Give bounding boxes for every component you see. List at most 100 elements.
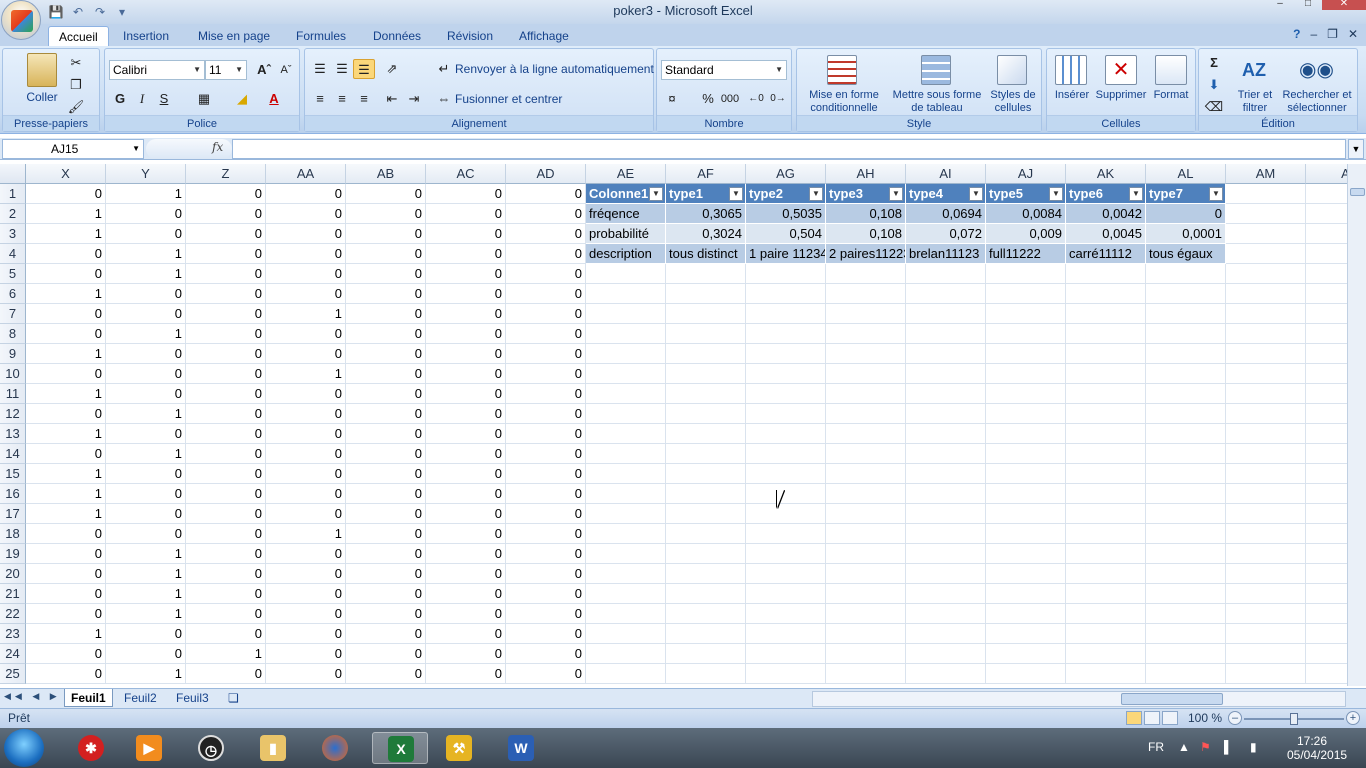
table-cell[interactable]: probabilité [586, 224, 666, 244]
grid-cell[interactable] [1066, 384, 1146, 404]
grid-cell[interactable] [1306, 324, 1347, 344]
insert-button[interactable]: Insérer [1049, 89, 1095, 102]
grid-cell[interactable] [1306, 504, 1347, 524]
grid-cell[interactable]: 0 [426, 464, 506, 484]
tray-arrow-icon[interactable]: ▲ [1178, 740, 1190, 754]
percent-button[interactable]: % [697, 89, 719, 109]
format-painter-icon[interactable]: 🖌 [65, 97, 87, 117]
grid-cell[interactable] [1306, 364, 1347, 384]
grid-cell[interactable]: 0 [346, 204, 426, 224]
delete-button[interactable]: Supprimer [1093, 89, 1149, 102]
row-header[interactable]: 19 [0, 544, 26, 564]
grid-cell[interactable] [746, 544, 826, 564]
grid-cell[interactable] [586, 584, 666, 604]
grid-cell[interactable] [1146, 564, 1226, 584]
table-cell[interactable]: description [586, 244, 666, 264]
grid-cell[interactable] [1226, 484, 1306, 504]
table-cell[interactable]: 1 paire 11234 [746, 244, 826, 264]
align-bottom-icon[interactable]: ☰ [353, 59, 375, 79]
sheet-tab-feuil1[interactable]: Feuil1 [64, 689, 113, 707]
cut-icon[interactable]: ✂ [65, 53, 87, 73]
grid-cell[interactable] [1066, 564, 1146, 584]
grid-cell[interactable] [666, 284, 746, 304]
grid-cell[interactable] [826, 584, 906, 604]
grid-cell[interactable] [1146, 444, 1226, 464]
grid-cell[interactable] [906, 504, 986, 524]
grid-cell[interactable] [746, 424, 826, 444]
grid-cell[interactable] [906, 304, 986, 324]
grid-cell[interactable]: 0 [426, 524, 506, 544]
row-header[interactable]: 10 [0, 364, 26, 384]
grid-cell[interactable] [1066, 504, 1146, 524]
grid-cell[interactable] [1226, 424, 1306, 444]
grid-cell[interactable]: 0 [266, 204, 346, 224]
grid-cell[interactable] [666, 444, 746, 464]
table-cell[interactable]: 0,504 [746, 224, 826, 244]
grid-cell[interactable] [1306, 584, 1347, 604]
table-cell[interactable]: tous égaux [1146, 244, 1226, 264]
grid-cell[interactable] [826, 524, 906, 544]
grid-cell[interactable]: 0 [186, 324, 266, 344]
expand-formula-icon[interactable]: ▼ [1348, 139, 1364, 159]
grid-cell[interactable] [826, 264, 906, 284]
grid-cell[interactable]: 1 [26, 464, 106, 484]
grid-cell[interactable]: 0 [346, 224, 426, 244]
row-header[interactable]: 2 [0, 204, 26, 224]
grid-cell[interactable] [906, 484, 986, 504]
restore-button[interactable]: □ [1294, 0, 1322, 10]
grid-cell[interactable]: 0 [106, 624, 186, 644]
number-format-select[interactable]: Standard ▼ [661, 60, 787, 80]
table-cell[interactable]: type7 ▼ [1146, 184, 1226, 204]
grid-cell[interactable]: 1 [266, 364, 346, 384]
grid-cell[interactable]: 0 [426, 504, 506, 524]
grid-cell[interactable]: 0 [26, 524, 106, 544]
row-header[interactable]: 21 [0, 584, 26, 604]
grid-cell[interactable] [666, 344, 746, 364]
grid-cell[interactable] [1066, 584, 1146, 604]
grid-cell[interactable] [586, 364, 666, 384]
grid-cell[interactable] [826, 484, 906, 504]
grid-cell[interactable]: 0 [186, 564, 266, 584]
grid-cell[interactable]: 0 [426, 324, 506, 344]
row-header[interactable]: 23 [0, 624, 26, 644]
column-header[interactable]: Z [186, 164, 266, 184]
grid-cell[interactable]: 1 [106, 264, 186, 284]
grid-cell[interactable] [586, 564, 666, 584]
grid-cell[interactable] [746, 384, 826, 404]
grid-cell[interactable] [906, 364, 986, 384]
column-header[interactable]: AF [666, 164, 746, 184]
zoom-out-icon[interactable]: – [1228, 711, 1242, 725]
grid-cell[interactable] [1226, 524, 1306, 544]
table-cell[interactable]: type4 ▼ [906, 184, 986, 204]
grid-cell[interactable] [906, 624, 986, 644]
grid-cell[interactable]: 0 [266, 404, 346, 424]
grid-cell[interactable] [666, 304, 746, 324]
grid-cell[interactable] [1066, 464, 1146, 484]
grid-cell[interactable]: 0 [266, 344, 346, 364]
table-cell[interactable]: 0,072 [906, 224, 986, 244]
taskbar-word[interactable]: W [496, 732, 546, 764]
table-cell[interactable]: 0,0694 [906, 204, 986, 224]
grid-cell[interactable] [906, 324, 986, 344]
grid-cell[interactable] [1226, 564, 1306, 584]
grid-cell[interactable]: 1 [26, 484, 106, 504]
grid-cell[interactable]: 0 [26, 444, 106, 464]
grid-cell[interactable]: 0 [266, 624, 346, 644]
grid-cell[interactable] [906, 664, 986, 684]
filter-dropdown-icon[interactable]: ▼ [1049, 187, 1063, 201]
grid-cell[interactable]: 0 [426, 384, 506, 404]
row-header[interactable]: 18 [0, 524, 26, 544]
grid-cell[interactable]: 1 [186, 644, 266, 664]
taskbar-firefox[interactable] [310, 732, 360, 764]
grid-cell[interactable]: 0 [346, 664, 426, 684]
tab-affichage[interactable]: Affichage [519, 26, 569, 46]
grid-cell[interactable]: 0 [186, 244, 266, 264]
grid-cell[interactable]: 0 [106, 364, 186, 384]
grid-cell[interactable] [906, 404, 986, 424]
grid-cell[interactable]: 0 [506, 564, 586, 584]
grid-cell[interactable] [1146, 284, 1226, 304]
grid-cell[interactable] [1306, 224, 1347, 244]
language-indicator[interactable]: FR [1148, 740, 1164, 754]
grid-cell[interactable] [1226, 604, 1306, 624]
grid-cell[interactable] [746, 564, 826, 584]
